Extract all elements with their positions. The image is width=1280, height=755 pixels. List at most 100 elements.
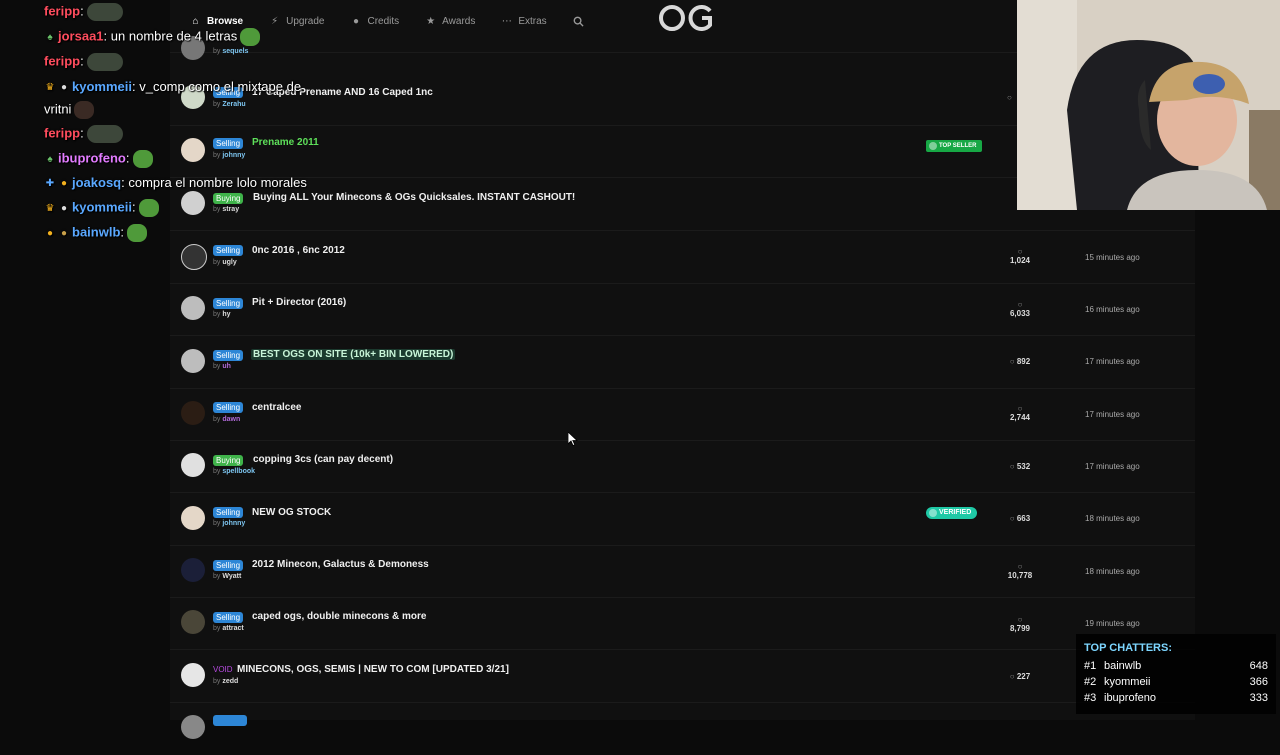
- selling-tag: Selling: [213, 298, 244, 309]
- chat-message: ♛ ● kyommeii:: [44, 199, 159, 217]
- thread-author[interactable]: attract: [222, 625, 243, 632]
- thread-author[interactable]: Wyatt: [222, 573, 241, 580]
- avatar: [181, 349, 205, 373]
- top-chatters-widget: TOP CHATTERS: #1 bainwlb 648 #2 kyommeii 3…: [1076, 634, 1276, 714]
- thread-row[interactable]: Buying copping 3cs (can pay decent) by s…: [170, 440, 1195, 493]
- verified-badge: VERIFIED: [926, 507, 978, 519]
- thread-author[interactable]: hy: [222, 311, 230, 318]
- thread-byline: by Zerahu: [213, 101, 246, 108]
- thread-row[interactable]: Selling centralcee by dawn ○ 2,744 17 mi…: [170, 388, 1195, 441]
- thread-title[interactable]: NEW OG STOCK: [252, 507, 331, 518]
- thread-author[interactable]: sequels: [222, 48, 248, 55]
- thread-row[interactable]: Selling NEW OG STOCK by johnny VERIFIED …: [170, 493, 1195, 546]
- reply-count: ○ 227: [1009, 672, 1031, 681]
- thread-byline: by zedd: [213, 678, 239, 685]
- thread-title[interactable]: 0nc 2016 , 6nc 2012: [252, 245, 345, 256]
- face-emote: [74, 101, 95, 119]
- frog-emote: [86, 3, 123, 21]
- reply-icon: ○: [1007, 93, 1012, 102]
- chat-username: kyommeii: [72, 199, 132, 215]
- selling-tag: Selling: [213, 612, 244, 623]
- thread-byline: by spellbook: [213, 468, 256, 475]
- thread-byline: by johnny: [213, 520, 246, 527]
- avatar: [181, 401, 205, 425]
- void-tag: VOID: [213, 665, 233, 674]
- avatar: [181, 191, 205, 215]
- reply-icon: ○: [1017, 404, 1023, 413]
- avatar: [181, 453, 205, 477]
- thread-time: 18 minutes ago: [1085, 567, 1140, 576]
- thread-byline: by sequels: [213, 48, 249, 55]
- chat-message: ♠ ibuprofeno:: [44, 150, 153, 168]
- avatar: [181, 663, 205, 687]
- selling-tag: Selling: [213, 350, 244, 361]
- thread-row[interactable]: Selling Pit + Director (2016) by hy ○ 6,…: [170, 283, 1195, 336]
- thread-byline: by stray: [213, 206, 240, 213]
- selling-tag: [213, 715, 247, 726]
- thread-title[interactable]: MINECONS, OGS, SEMIS | NEW TO COM [UPDAT…: [237, 664, 509, 675]
- thread-time: 18 minutes ago: [1085, 514, 1140, 523]
- thread-time: 17 minutes ago: [1085, 410, 1140, 419]
- thread-row[interactable]: Selling BEST OGS ON SITE (10k+ BIN LOWER…: [170, 336, 1195, 389]
- thread-title[interactable]: BEST OGS ON SITE (10k+ BIN LOWERED): [251, 349, 456, 360]
- thread-byline: by attract: [213, 625, 244, 632]
- buying-tag: Buying: [213, 193, 244, 204]
- chat-username: feripp: [44, 3, 81, 19]
- thread-author[interactable]: stray: [222, 206, 239, 213]
- thread-author[interactable]: uh: [222, 363, 231, 370]
- thread-row[interactable]: [170, 703, 1195, 755]
- coin-badge-icon: ●: [60, 178, 68, 190]
- chat-message: feripp:: [44, 3, 123, 21]
- reply-count: ○ 8,799: [1000, 615, 1040, 633]
- pepe-emote: [240, 28, 261, 46]
- thread-title[interactable]: 2012 Minecon, Galactus & Demoness: [252, 559, 429, 570]
- avatar: [181, 296, 205, 320]
- avatar: [181, 715, 205, 739]
- coin-icon: [929, 142, 937, 150]
- thread-title[interactable]: centralcee: [252, 402, 301, 413]
- thread-author[interactable]: dawn: [222, 416, 240, 423]
- thread-author[interactable]: johnny: [222, 520, 245, 527]
- thread-time: 19 minutes ago: [1085, 619, 1140, 628]
- thread-title[interactable]: Prename 2011: [252, 137, 319, 148]
- thread-title[interactable]: caped ogs, double minecons & more: [252, 611, 426, 622]
- thread-author[interactable]: ugly: [222, 259, 236, 266]
- reply-count: ○ 10,778: [1000, 562, 1040, 580]
- crown-icon: ♛: [45, 202, 55, 214]
- chat-message: ● ● bainwlb:: [44, 224, 148, 242]
- pepe-emote: [138, 199, 159, 217]
- thread-author[interactable]: Zerahu: [222, 101, 245, 108]
- chat-username: bainwlb: [72, 224, 121, 240]
- thread-title[interactable]: Pit + Director (2016): [252, 297, 346, 308]
- thread-time: 17 minutes ago: [1085, 357, 1140, 366]
- reply-count: ○ 663: [1009, 514, 1031, 523]
- thread-row[interactable]: Selling 2012 Minecon, Galactus & Demones…: [170, 545, 1195, 598]
- thread-title[interactable]: Buying ALL Your Minecons & OGs Quicksale…: [253, 192, 575, 203]
- pepe-emote: [127, 224, 148, 242]
- sub-badge-icon: ♠: [47, 31, 53, 43]
- chat-username: joakosq: [72, 175, 122, 190]
- reply-icon: ○: [1017, 300, 1023, 309]
- thread-author[interactable]: johnny: [222, 152, 245, 159]
- sub-badge-icon: ●: [60, 202, 68, 214]
- thread-byline: by dawn: [213, 416, 241, 423]
- top-chatter-row: #3 ibuprofeno 333: [1084, 692, 1268, 704]
- sub-badge-icon: ●: [60, 82, 68, 94]
- sword-icon: ✚: [45, 178, 55, 190]
- thread-row[interactable]: Selling 0nc 2016 , 6nc 2012 by ugly ○ 1,…: [170, 231, 1195, 284]
- thread-title[interactable]: copping 3cs (can pay decent): [253, 454, 393, 465]
- thread-row[interactable]: Selling caped ogs, double minecons & mor…: [170, 597, 1195, 650]
- selling-tag: Selling: [213, 245, 244, 256]
- reply-count: ○ 892: [1009, 357, 1031, 366]
- thread-time: 17 minutes ago: [1085, 462, 1140, 471]
- avatar: [181, 610, 205, 634]
- thread-byline: by johnny: [213, 152, 246, 159]
- chat-message: ✚ ● joakosq: compra el nombre lolo morales: [45, 175, 307, 190]
- thread-row[interactable]: VOID MINECONS, OGS, SEMIS | NEW TO COM […: [170, 650, 1195, 703]
- thread-author[interactable]: zedd: [222, 678, 238, 685]
- pepe-emote: [132, 150, 153, 168]
- thread-author[interactable]: spellbook: [222, 468, 255, 475]
- avatar: [181, 138, 205, 162]
- reply-icon: ○: [1009, 672, 1015, 681]
- chat-username: ibuprofeno: [58, 150, 126, 166]
